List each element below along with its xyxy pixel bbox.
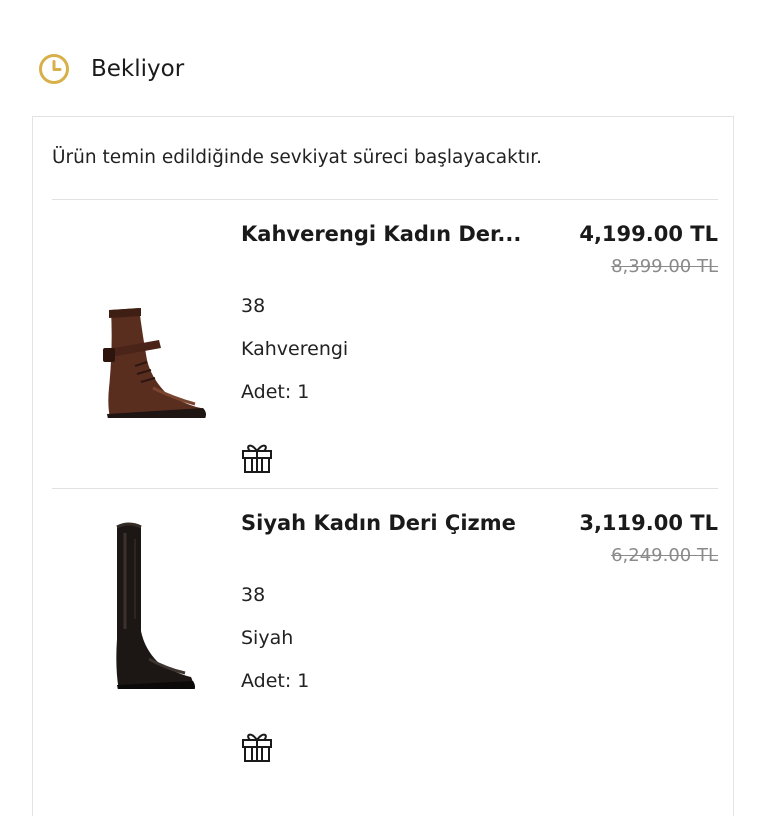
clock-icon (38, 53, 70, 85)
black-tall-boot-image (116, 522, 195, 689)
product-price: 4,199.00 TL (579, 222, 718, 246)
product-price: 3,119.00 TL (579, 511, 718, 535)
order-item[interactable]: Kahverengi Kadın Der... 4,199.00 TL 8,39… (33, 200, 735, 490)
order-item[interactable]: Siyah Kadın Deri Çizme 3,119.00 TL 6,249… (33, 489, 735, 779)
product-size: 38 (241, 584, 266, 606)
status-label: Bekliyor (91, 56, 185, 82)
product-quantity: Adet: 1 (241, 670, 310, 692)
order-status: Bekliyor (38, 52, 184, 86)
product-old-price: 6,249.00 TL (611, 545, 718, 566)
order-items-card: Ürün temin edildiğinde sevkiyat süreci b… (32, 116, 734, 816)
product-quantity: Adet: 1 (241, 381, 310, 403)
product-name[interactable]: Kahverengi Kadın Der... (241, 222, 521, 246)
product-size: 38 (241, 295, 266, 317)
product-image[interactable] (63, 248, 213, 418)
product-image[interactable] (63, 519, 213, 689)
gift-icon[interactable] (241, 440, 273, 474)
product-color: Siyah (241, 627, 294, 649)
gift-icon[interactable] (241, 729, 273, 763)
shipment-note: Ürün temin edildiğinde sevkiyat süreci b… (52, 147, 543, 168)
product-color: Kahverengi (241, 338, 349, 360)
product-name[interactable]: Siyah Kadın Deri Çizme (241, 511, 516, 535)
product-old-price: 8,399.00 TL (611, 256, 718, 277)
brown-ankle-boot-image (103, 308, 206, 418)
